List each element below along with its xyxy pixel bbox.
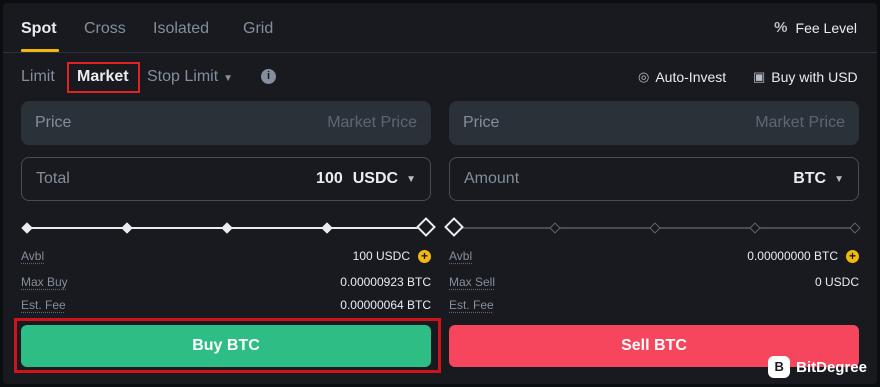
sell-percent-slider[interactable] — [444, 217, 861, 237]
auto-invest-link[interactable]: ◎ Auto-Invest — [638, 69, 726, 85]
buy-est-fee-label: Est. Fee — [21, 298, 66, 312]
market-highlight-box — [67, 62, 140, 93]
watermark-text: BitDegree — [796, 358, 867, 376]
fee-level-button[interactable]: % Fee Level — [774, 19, 857, 36]
tab-cross[interactable]: Cross — [84, 20, 126, 38]
sell-est-fee-label: Est. Fee — [449, 298, 494, 312]
card-icon: ▣ — [753, 69, 766, 84]
max-sell-label: Max Sell — [449, 275, 496, 289]
order-type-stop-limit[interactable]: Stop Limit ▼ — [147, 68, 233, 86]
sell-price-field[interactable]: Price Market Price — [449, 101, 859, 145]
active-tab-indicator — [21, 49, 59, 52]
sell-price-label: Price — [463, 114, 500, 131]
caret-down-icon: ▼ — [223, 73, 234, 84]
buy-fee-row: Est. Fee 0.00000064 BTC — [21, 296, 431, 314]
buy-price-label: Price — [35, 114, 72, 131]
max-buy-label: Max Buy — [21, 275, 68, 289]
sell-fee-row: Est. Fee — [449, 296, 859, 314]
auto-invest-label: Auto-Invest — [655, 69, 727, 85]
buy-with-usd-link[interactable]: ▣ Buy with USD — [753, 69, 858, 85]
sell-avbl-label: Avbl — [449, 249, 473, 263]
buy-percent-slider[interactable] — [21, 217, 436, 237]
fee-level-label: Fee Level — [795, 19, 857, 36]
buy-avbl-label: Avbl — [21, 249, 45, 263]
slider-step-marker[interactable] — [321, 222, 333, 234]
stop-limit-label: Stop Limit — [147, 68, 219, 85]
sell-amount-unit[interactable]: BTC — [793, 170, 826, 188]
bitdegree-logo-icon: B — [768, 356, 791, 378]
buy-total-label: Total — [36, 170, 70, 187]
bitdegree-watermark: B BitDegree — [768, 356, 867, 378]
chevron-down-icon[interactable]: ▼ — [406, 174, 416, 185]
buy-price-field[interactable]: Price Market Price — [21, 101, 431, 145]
slider-step-marker[interactable] — [549, 222, 561, 234]
buy-highlight-box — [14, 318, 441, 373]
add-funds-icon[interactable]: + — [418, 249, 431, 263]
max-sell-value: 0 USDC — [814, 275, 859, 289]
tab-spot[interactable]: Spot — [21, 20, 57, 38]
buy-avbl-row: Avbl 100 USDC + — [21, 247, 431, 265]
sell-amount-label: Amount — [464, 170, 520, 187]
order-type-limit[interactable]: Limit — [21, 68, 55, 86]
sell-price-placeholder: Market Price — [755, 114, 845, 131]
percent-icon: % — [774, 19, 788, 36]
buy-avbl-value: 100 USDC — [352, 249, 410, 263]
buy-total-value[interactable]: 100 — [316, 170, 343, 188]
buy-total-unit[interactable]: USDC — [353, 170, 398, 188]
add-funds-icon[interactable]: + — [846, 249, 859, 263]
buy-total-field[interactable]: Total 100 USDC ▼ — [21, 157, 431, 201]
buy-price-placeholder: Market Price — [327, 114, 417, 131]
slider-handle[interactable] — [416, 217, 436, 237]
auto-invest-icon: ◎ — [638, 69, 650, 84]
buy-with-usd-label: Buy with USD — [771, 69, 858, 85]
slider-step-marker[interactable] — [849, 222, 861, 234]
slider-step-marker[interactable] — [21, 222, 33, 234]
max-buy-value: 0.00000923 BTC — [340, 275, 431, 289]
slider-step-marker[interactable] — [121, 222, 133, 234]
trade-mode-tabs: Spot Cross Isolated Grid % Fee Level — [3, 3, 877, 53]
sell-max-row: Max Sell 0 USDC — [449, 273, 859, 291]
slider-step-marker[interactable] — [221, 222, 233, 234]
buy-est-fee-value: 0.00000064 BTC — [340, 298, 431, 312]
slider-step-marker[interactable] — [749, 222, 761, 234]
sell-avbl-row: Avbl 0.00000000 BTC + — [449, 247, 859, 265]
tab-grid[interactable]: Grid — [243, 20, 273, 38]
info-icon[interactable]: i — [261, 69, 276, 84]
buy-max-row: Max Buy 0.00000923 BTC — [21, 273, 431, 291]
chevron-down-icon[interactable]: ▼ — [834, 174, 844, 185]
slider-step-marker[interactable] — [649, 222, 661, 234]
trade-panel: Spot Cross Isolated Grid % Fee Level Lim… — [3, 3, 877, 384]
sell-avbl-value: 0.00000000 BTC — [747, 249, 838, 263]
sell-amount-field[interactable]: Amount BTC ▼ — [449, 157, 859, 201]
slider-handle[interactable] — [444, 217, 464, 237]
tab-isolated[interactable]: Isolated — [153, 20, 209, 38]
